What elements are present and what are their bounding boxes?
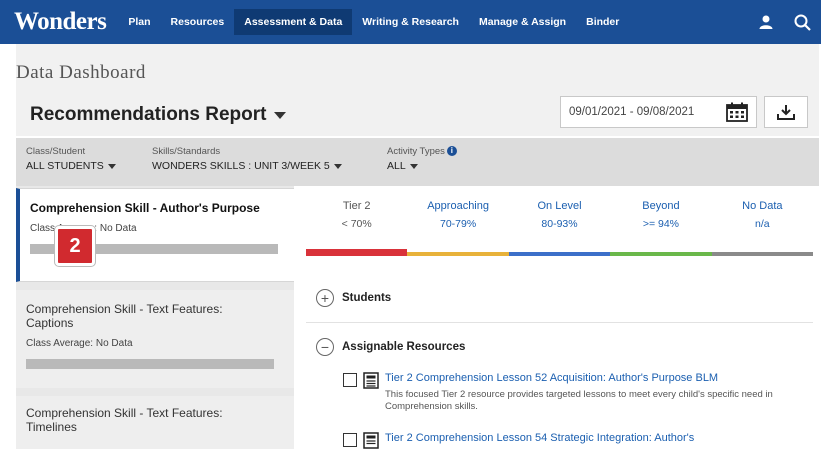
tier-range: 80-93% [541, 218, 578, 230]
download-icon [777, 105, 795, 120]
report-selector[interactable]: Recommendations Report [30, 104, 287, 126]
tier-color-bar [407, 252, 509, 256]
filter-label: Skills/Standards [152, 146, 221, 157]
nav-item-binder[interactable]: Binder [576, 9, 629, 35]
nav-item-resources[interactable]: Resources [161, 9, 235, 35]
resource-item: Tier 2 Comprehension Lesson 52 Acquisiti… [343, 371, 805, 413]
nav-item-assessment-data[interactable]: Assessment & Data [234, 9, 353, 35]
filter-label: Class/Student [26, 146, 86, 157]
document-icon [363, 432, 379, 449]
chevron-down-icon [274, 111, 287, 119]
tier-color-bar [508, 252, 611, 256]
tier-range: 70-79% [440, 218, 477, 230]
skill-name: Comprehension Skill - Author's Purpose [30, 201, 260, 215]
main-nav: Plan Resources Assessment & Data Writing… [118, 0, 629, 44]
tier-name: Tier 2 [342, 200, 371, 212]
resource-link[interactable]: Tier 2 Comprehension Lesson 52 Acquisiti… [385, 371, 805, 385]
tier-range: >= 94% [642, 218, 680, 230]
tier-column[interactable]: Tier 2 < 70% [306, 200, 408, 256]
tier-color-bar [306, 249, 408, 256]
nav-item-plan[interactable]: Plan [118, 9, 160, 35]
tier-column[interactable]: No Data n/a [711, 200, 814, 256]
skill-average: Class Average: No Data [26, 338, 133, 349]
nav-item-manage-assign[interactable]: Manage & Assign [469, 9, 576, 35]
calendar-icon [726, 102, 748, 122]
tier-range: < 70% [341, 218, 372, 230]
skill-card[interactable]: Comprehension Skill - Text Features: Cap… [16, 290, 294, 388]
chevron-down-icon [333, 163, 342, 169]
info-icon[interactable]: i [446, 146, 457, 156]
tier-color-bar [610, 252, 712, 256]
skill-name: Comprehension Skill - Text Features: Tim… [26, 406, 223, 434]
divider [306, 322, 813, 323]
nav-item-writing-research[interactable]: Writing & Research [352, 9, 469, 35]
resource-checkbox[interactable] [343, 373, 357, 387]
class-student-filter[interactable]: Class/Student ALL STUDENTS [26, 146, 116, 172]
tier-column[interactable]: Beyond >= 94% [610, 200, 712, 256]
filter-label: Activity Types [387, 146, 445, 157]
expand-icon[interactable]: + [316, 289, 334, 307]
tier-name: On Level [537, 200, 582, 212]
tier-name: Approaching [427, 200, 489, 212]
filter-value: WONDERS SKILLS : UNIT 3/WEEK 5 [152, 160, 330, 172]
report-title: Recommendations Report [30, 104, 267, 125]
students-section-toggle[interactable]: + Students [316, 289, 391, 307]
tier-column[interactable]: Approaching 70-79% [407, 200, 509, 256]
tier-color-bar [711, 252, 814, 256]
date-range-picker[interactable]: 09/01/2021 - 09/08/2021 [560, 96, 757, 128]
skill-average-bar [26, 359, 274, 369]
filter-value: ALL [387, 160, 406, 172]
skill-card[interactable]: Comprehension Skill - Text Features: Tim… [16, 396, 294, 449]
document-icon [363, 372, 379, 389]
activity-types-filter[interactable]: Activity Types i ALL [387, 146, 457, 172]
tier-name: Beyond [642, 200, 680, 212]
page-title: Data Dashboard [16, 62, 146, 83]
resource-link[interactable]: Tier 2 Comprehension Lesson 54 Strategic… [385, 431, 805, 445]
download-button[interactable] [764, 96, 808, 128]
tier-range: n/a [755, 218, 770, 230]
resource-description: This focused Tier 2 resource provides ta… [385, 389, 773, 412]
collapse-icon[interactable]: − [316, 338, 334, 356]
callout-badge: 2 [55, 226, 95, 266]
user-icon[interactable] [757, 13, 775, 31]
resource-item: Tier 2 Comprehension Lesson 54 Strategic… [343, 431, 805, 449]
tier-name: No Data [742, 200, 783, 212]
tier-column[interactable]: On Level 80-93% [508, 200, 611, 256]
tier-legend: Tier 2 < 70% Approaching 70-79% On Level… [306, 200, 814, 256]
section-title: Students [342, 292, 392, 304]
resources-section-toggle[interactable]: − Assignable Resources [316, 338, 465, 356]
search-icon[interactable] [793, 13, 811, 31]
resource-checkbox[interactable] [343, 433, 357, 447]
top-nav-bar: Wonders Plan Resources Assessment & Data… [0, 0, 821, 44]
skill-name: Comprehension Skill - Text Features: Cap… [26, 302, 223, 330]
date-range-value: 09/01/2021 - 09/08/2021 [569, 106, 695, 118]
wonders-logo[interactable]: Wonders [14, 8, 107, 36]
filter-value: ALL STUDENTS [26, 160, 104, 172]
chevron-down-icon [107, 163, 116, 169]
section-title: Assignable Resources [342, 341, 466, 353]
chevron-down-icon [409, 163, 418, 169]
skills-standards-filter[interactable]: Skills/Standards WONDERS SKILLS : UNIT 3… [152, 146, 342, 172]
